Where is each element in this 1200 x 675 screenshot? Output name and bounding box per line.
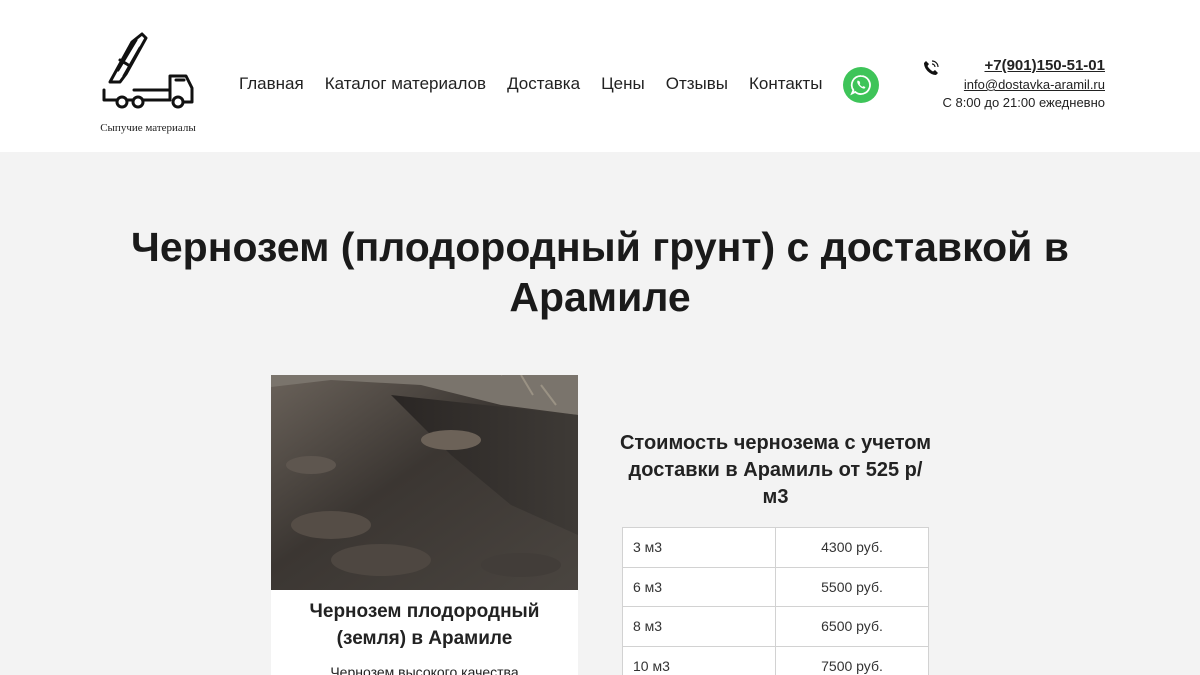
phone-link[interactable]: +7(901)150-51-01 <box>942 57 1105 74</box>
black-soil-photo <box>271 375 578 590</box>
site-header: Сыпучие материалы Главная Каталог матери… <box>0 0 1200 152</box>
logo-caption: Сыпучие материалы <box>100 122 196 134</box>
table-row: 6 м3 5500 руб. <box>622 566 929 607</box>
main-nav: Главная Каталог материалов Доставка Цены… <box>239 74 822 94</box>
header-contacts: +7(901)150-51-01 info@dostavka-aramil.ru… <box>942 57 1105 110</box>
nav-catalog[interactable]: Каталог материалов <box>325 74 486 94</box>
card-title: Чернозем плодородный (земля) в Арамиле <box>309 601 540 649</box>
dump-truck-icon <box>102 32 194 109</box>
nav-reviews[interactable]: Отзывы <box>666 74 728 94</box>
volume-cell: 10 м3 <box>622 645 776 675</box>
nav-delivery[interactable]: Доставка <box>507 74 580 94</box>
table-row: 8 м3 6500 руб. <box>622 606 929 647</box>
price-cell: 5500 руб. <box>775 566 929 607</box>
whatsapp-icon <box>850 75 871 96</box>
card-description: Чернозем высокого качества <box>330 664 519 675</box>
volume-cell: 6 м3 <box>622 566 776 607</box>
nav-prices[interactable]: Цены <box>601 74 645 94</box>
nav-home[interactable]: Главная <box>239 74 304 94</box>
volume-cell: 8 м3 <box>622 606 776 647</box>
volume-cell: 3 м3 <box>622 527 776 568</box>
table-row: 3 м3 4300 руб. <box>622 527 929 568</box>
table-row: 10 м3 7500 руб. <box>622 645 929 675</box>
price-cell: 6500 руб. <box>775 606 929 647</box>
whatsapp-button[interactable] <box>843 67 879 103</box>
site-logo[interactable]: Сыпучие материалы <box>92 30 204 140</box>
price-cell: 4300 руб. <box>775 527 929 568</box>
phone-icon <box>922 59 940 82</box>
price-heading: Стоимость чернозема с учетом доставки в … <box>619 432 932 508</box>
nav-contacts[interactable]: Контакты <box>749 74 822 94</box>
working-hours: С 8:00 до 21:00 ежедневно <box>942 95 1105 110</box>
page-title: Чернозем (плодородный грунт) с доставкой… <box>131 224 1069 320</box>
email-link[interactable]: info@dostavka-aramil.ru <box>942 77 1105 92</box>
price-cell: 7500 руб. <box>775 645 929 675</box>
price-table: 3 м3 4300 руб. 6 м3 5500 руб. 8 м3 6500 … <box>622 527 929 675</box>
product-card[interactable]: Чернозем плодородный (земля) в Арамиле Ч… <box>271 375 578 675</box>
